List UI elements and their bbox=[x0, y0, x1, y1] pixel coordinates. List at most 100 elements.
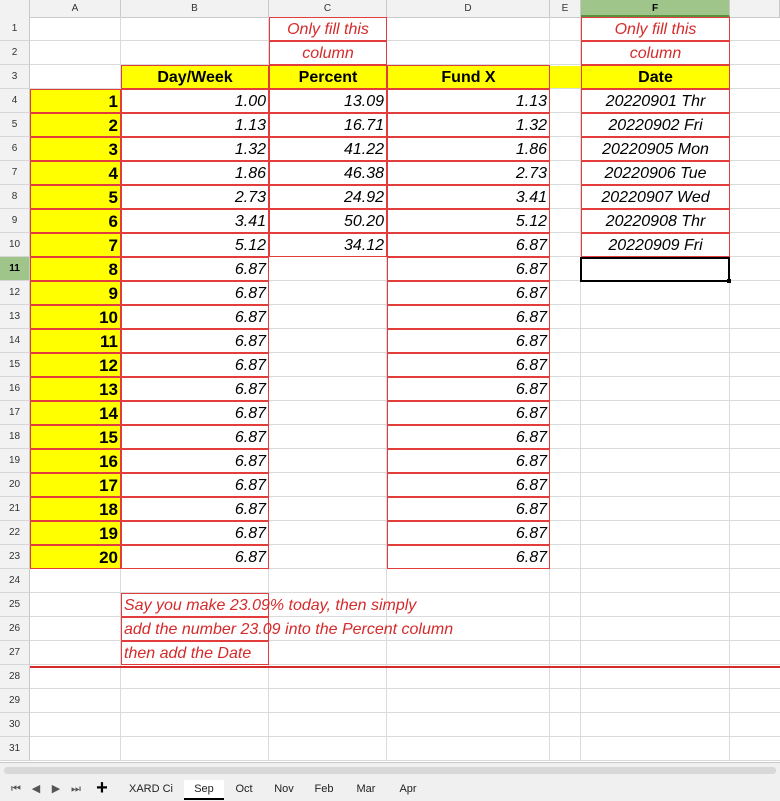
day-week-cell[interactable]: 1.00 bbox=[121, 89, 269, 113]
row-header[interactable]: 19 bbox=[0, 449, 30, 473]
last-sheet-icon[interactable]: ⏭ bbox=[68, 781, 84, 797]
percent-cell[interactable]: 41.22 bbox=[269, 137, 387, 161]
fund-x-cell[interactable]: 1.86 bbox=[387, 137, 550, 161]
index-cell[interactable]: 4 bbox=[30, 161, 121, 185]
percent-cell[interactable]: 46.38 bbox=[269, 161, 387, 185]
note-percent-line1[interactable]: Only fill this bbox=[269, 17, 387, 41]
row-header[interactable]: 23 bbox=[0, 545, 30, 569]
column-header-f[interactable]: F bbox=[581, 0, 730, 17]
row-header[interactable]: 14 bbox=[0, 329, 30, 353]
column-header-a[interactable]: A bbox=[30, 0, 121, 17]
header-day-week[interactable]: Day/Week bbox=[121, 65, 269, 89]
date-cell[interactable]: 20220906 Tue bbox=[581, 161, 730, 185]
row-header[interactable]: 13 bbox=[0, 305, 30, 329]
percent-cell[interactable]: 13.09 bbox=[269, 89, 387, 113]
row-header[interactable]: 3 bbox=[0, 65, 30, 89]
row-header[interactable]: 10 bbox=[0, 233, 30, 257]
add-sheet-icon[interactable]: + bbox=[92, 778, 112, 798]
row-header[interactable]: 7 bbox=[0, 161, 30, 185]
row-header[interactable]: 20 bbox=[0, 473, 30, 497]
header-fund-x[interactable]: Fund X bbox=[387, 65, 550, 89]
row-header[interactable]: 15 bbox=[0, 353, 30, 377]
row-header[interactable]: 31 bbox=[0, 737, 30, 761]
index-cell[interactable]: 11 bbox=[30, 329, 121, 353]
tab-xard-ci[interactable]: XARD Ci bbox=[124, 780, 178, 798]
day-week-cell[interactable]: 1.32 bbox=[121, 137, 269, 161]
row-header[interactable]: 4 bbox=[0, 89, 30, 113]
row-header[interactable]: 5 bbox=[0, 113, 30, 137]
date-cell[interactable]: 20220908 Thr bbox=[581, 209, 730, 233]
select-all-corner[interactable] bbox=[0, 0, 30, 17]
header-percent[interactable]: Percent bbox=[269, 65, 387, 89]
fund-x-cell[interactable]: 2.73 bbox=[387, 161, 550, 185]
index-cell[interactable]: 13 bbox=[30, 377, 121, 401]
row-header[interactable]: 1 bbox=[0, 17, 30, 41]
row-header[interactable]: 18 bbox=[0, 425, 30, 449]
column-header-d[interactable]: D bbox=[387, 0, 550, 17]
tab-nov[interactable]: Nov bbox=[266, 780, 302, 798]
index-cell[interactable]: 19 bbox=[30, 521, 121, 545]
index-cell[interactable]: 12 bbox=[30, 353, 121, 377]
index-cell[interactable]: 14 bbox=[30, 401, 121, 425]
fund-x-cell[interactable]: 1.32 bbox=[387, 113, 550, 137]
header-spacer-e[interactable] bbox=[550, 66, 581, 88]
index-cell[interactable]: 7 bbox=[30, 233, 121, 257]
date-cell[interactable]: 20220907 Wed bbox=[581, 185, 730, 209]
fund-x-cell[interactable]: 6.87 bbox=[387, 401, 550, 425]
row-header[interactable]: 16 bbox=[0, 377, 30, 401]
fund-x-cell[interactable]: 6.87 bbox=[387, 329, 550, 353]
fund-x-cell[interactable]: 6.87 bbox=[387, 305, 550, 329]
row-header[interactable]: 17 bbox=[0, 401, 30, 425]
prev-sheet-icon[interactable]: ◀ bbox=[28, 781, 44, 797]
tab-mar[interactable]: Mar bbox=[348, 780, 384, 798]
day-week-cell[interactable]: 3.41 bbox=[121, 209, 269, 233]
row-header[interactable]: 25 bbox=[0, 593, 30, 617]
day-week-cell[interactable]: 6.87 bbox=[121, 545, 269, 569]
percent-cell[interactable]: 50.20 bbox=[269, 209, 387, 233]
day-week-cell[interactable]: 5.12 bbox=[121, 233, 269, 257]
tab-feb[interactable]: Feb bbox=[306, 780, 342, 798]
day-week-cell[interactable]: 6.87 bbox=[121, 353, 269, 377]
day-week-cell[interactable]: 1.86 bbox=[121, 161, 269, 185]
horizontal-scrollbar[interactable] bbox=[4, 767, 776, 774]
day-week-cell[interactable]: 6.87 bbox=[121, 401, 269, 425]
note-percent-line2[interactable]: column bbox=[269, 41, 387, 65]
fund-x-cell[interactable]: 6.87 bbox=[387, 281, 550, 305]
index-cell[interactable]: 18 bbox=[30, 497, 121, 521]
fund-x-cell[interactable]: 6.87 bbox=[387, 233, 550, 257]
column-header-e[interactable]: E bbox=[550, 0, 581, 17]
index-cell[interactable]: 1 bbox=[30, 89, 121, 113]
fund-x-cell[interactable]: 1.13 bbox=[387, 89, 550, 113]
first-sheet-icon[interactable]: ⏮ bbox=[8, 781, 24, 797]
day-week-cell[interactable]: 6.87 bbox=[121, 329, 269, 353]
row-header[interactable]: 6 bbox=[0, 137, 30, 161]
percent-cell[interactable]: 16.71 bbox=[269, 113, 387, 137]
spreadsheet-grid[interactable]: Only fill this column Only fill this col… bbox=[30, 17, 780, 761]
date-cell[interactable]: 20220909 Fri bbox=[581, 233, 730, 257]
fund-x-cell[interactable]: 6.87 bbox=[387, 521, 550, 545]
index-cell[interactable]: 6 bbox=[30, 209, 121, 233]
row-header[interactable]: 12 bbox=[0, 281, 30, 305]
row-header[interactable]: 9 bbox=[0, 209, 30, 233]
index-cell[interactable]: 8 bbox=[30, 257, 121, 281]
fund-x-cell[interactable]: 6.87 bbox=[387, 545, 550, 569]
day-week-cell[interactable]: 6.87 bbox=[121, 521, 269, 545]
row-header[interactable]: 24 bbox=[0, 569, 30, 593]
day-week-cell[interactable]: 6.87 bbox=[121, 497, 269, 521]
index-cell[interactable]: 5 bbox=[30, 185, 121, 209]
row-header[interactable]: 29 bbox=[0, 689, 30, 713]
index-cell[interactable]: 16 bbox=[30, 449, 121, 473]
fund-x-cell[interactable]: 6.87 bbox=[387, 257, 550, 281]
day-week-cell[interactable]: 6.87 bbox=[121, 281, 269, 305]
day-week-cell[interactable]: 6.87 bbox=[121, 425, 269, 449]
index-cell[interactable]: 9 bbox=[30, 281, 121, 305]
row-header[interactable]: 28 bbox=[0, 665, 30, 689]
day-week-cell[interactable]: 6.87 bbox=[121, 449, 269, 473]
date-cell[interactable]: 20220901 Thr bbox=[581, 89, 730, 113]
tab-oct[interactable]: Oct bbox=[226, 780, 262, 798]
header-date[interactable]: Date bbox=[581, 65, 730, 89]
fill-handle[interactable] bbox=[727, 279, 731, 283]
day-week-cell[interactable]: 1.13 bbox=[121, 113, 269, 137]
index-cell[interactable]: 20 bbox=[30, 545, 121, 569]
index-cell[interactable]: 2 bbox=[30, 113, 121, 137]
